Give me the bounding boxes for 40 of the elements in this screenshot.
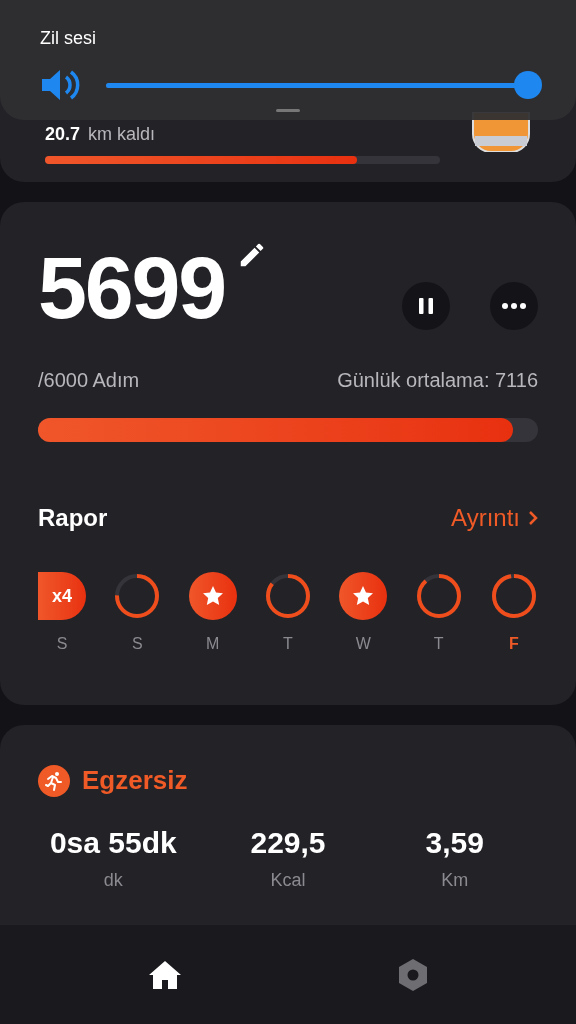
progress-ring-icon — [414, 572, 463, 620]
progress-ring-icon — [489, 572, 538, 620]
exercise-title: Egzersiz — [82, 764, 188, 797]
pause-button[interactable] — [402, 282, 450, 330]
progress-ring-icon — [264, 572, 312, 620]
weekday-label: T — [433, 634, 444, 654]
star-badge-icon — [188, 572, 237, 620]
home-icon — [148, 959, 182, 990]
step-goal: /6000 Adım — [38, 368, 140, 393]
weekday-label: W — [355, 634, 371, 654]
streak-badge: x4 — [38, 572, 86, 620]
pause-icon — [419, 298, 433, 314]
speaker-icon — [40, 68, 82, 102]
settings-icon — [398, 957, 428, 992]
weekday-label: S — [56, 634, 68, 654]
stat-value: 229,5 — [250, 825, 326, 861]
stat-unit: Kcal — [270, 868, 306, 892]
stat-unit: dk — [103, 868, 123, 892]
weekday-label: S — [132, 634, 143, 654]
weekday-label: M — [206, 634, 220, 654]
volume-title: Zil sesi — [40, 27, 97, 50]
details-link[interactable]: Ayrıntı — [451, 502, 538, 534]
distance-value: 20.7 — [45, 123, 81, 146]
weekday-label: F — [509, 634, 519, 654]
step-count: 5699 — [38, 244, 225, 332]
running-icon — [38, 764, 70, 797]
daily-average: Günlük ortalama: 7116 — [337, 368, 538, 393]
distance-label: km kaldı — [88, 123, 156, 146]
star-badge-icon — [339, 572, 388, 620]
more-button[interactable] — [490, 282, 538, 330]
stat-value: 3,59 — [425, 825, 484, 861]
chevron-right-icon — [528, 510, 538, 526]
report-title: Rapor — [38, 503, 108, 533]
drag-handle[interactable] — [276, 109, 300, 112]
stat-unit: Km — [441, 868, 469, 892]
progress-ring-icon — [113, 572, 162, 620]
more-icon — [502, 303, 526, 309]
volume-thumb[interactable] — [514, 71, 542, 99]
weekday-label: T — [283, 634, 293, 654]
stat-value: 0sa 55dk — [49, 825, 177, 861]
